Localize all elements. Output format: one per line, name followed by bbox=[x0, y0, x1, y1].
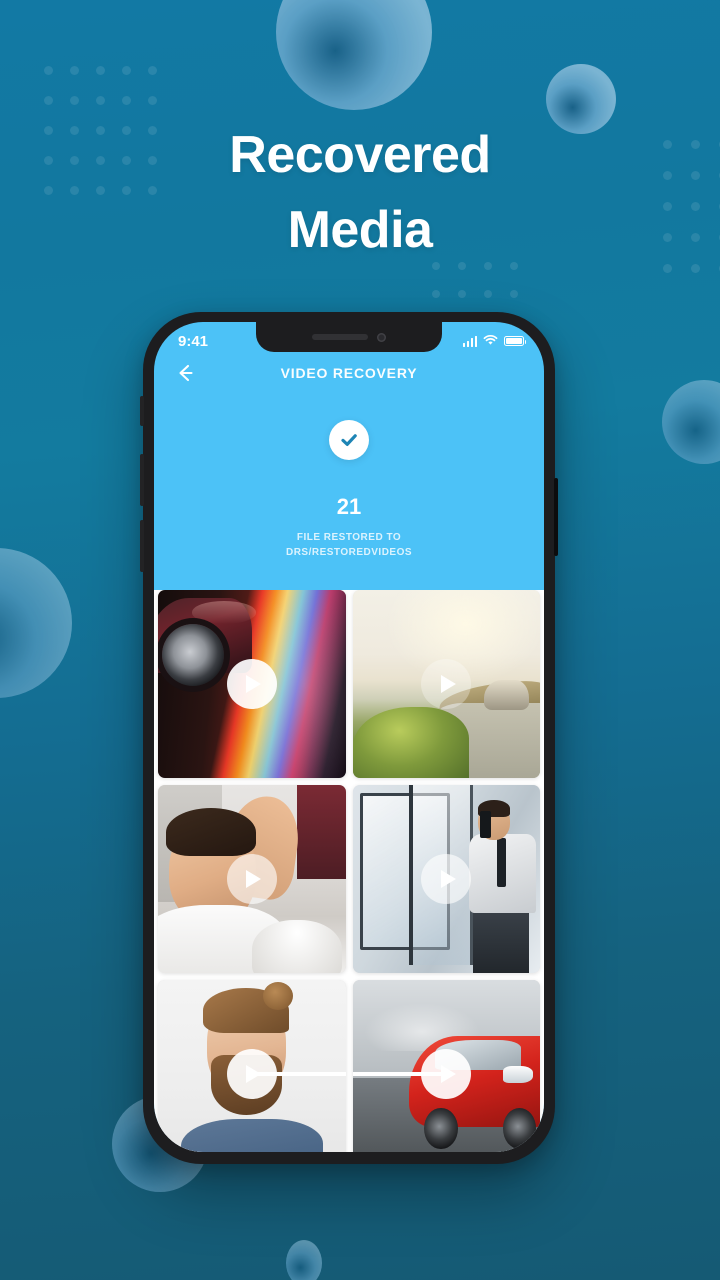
page-title: Recovered Media bbox=[0, 118, 720, 269]
play-icon[interactable] bbox=[226, 659, 277, 709]
phone-silent-switch[interactable] bbox=[140, 396, 144, 426]
decorative-sphere-mid-right bbox=[662, 380, 720, 464]
restore-path-line-2: DRS/RESTOREDVIDEOS bbox=[285, 547, 413, 558]
phone-power-button[interactable] bbox=[554, 478, 558, 556]
phone-screen: 9:41 VIDEO RECOVERY 21 FILE RESTORED TO … bbox=[154, 322, 544, 1152]
decorative-sphere-bottom-center bbox=[286, 1240, 322, 1280]
back-arrow-icon[interactable] bbox=[172, 360, 198, 386]
cellular-signal-icon bbox=[462, 335, 477, 347]
recovered-media-grid bbox=[154, 585, 544, 1152]
recovery-summary-panel: 21 FILE RESTORED TO DRS/RESTOREDVIDEOS bbox=[154, 390, 544, 590]
play-icon[interactable] bbox=[421, 659, 472, 709]
restored-file-count: 21 bbox=[336, 494, 362, 519]
wifi-icon bbox=[483, 333, 498, 350]
phone-volume-up-button[interactable] bbox=[140, 454, 144, 506]
phone-notch bbox=[256, 322, 442, 352]
status-bar-icons bbox=[462, 333, 526, 350]
phone-volume-down-button[interactable] bbox=[140, 520, 144, 572]
media-thumbnail-item[interactable] bbox=[158, 590, 346, 778]
restore-path-line-1: FILE RESTORED TO bbox=[296, 532, 402, 543]
page-title-line-1: Recovered bbox=[229, 126, 491, 184]
front-camera-icon bbox=[377, 332, 386, 342]
media-thumbnail-item[interactable] bbox=[158, 980, 346, 1152]
app-bar-title: VIDEO RECOVERY bbox=[280, 365, 418, 381]
decorative-sphere-top-center bbox=[276, 0, 432, 110]
decorative-sphere-left bbox=[0, 548, 72, 698]
play-icon[interactable] bbox=[226, 854, 277, 904]
media-thumbnail-item[interactable] bbox=[158, 785, 346, 973]
phone-mockup: 9:41 VIDEO RECOVERY 21 FILE RESTORED TO … bbox=[140, 312, 558, 1164]
restore-path-label: FILE RESTORED TO DRS/RESTOREDVIDEOS bbox=[286, 530, 412, 560]
earpiece-speaker bbox=[312, 334, 368, 340]
play-icon[interactable] bbox=[226, 1049, 277, 1099]
check-circle-icon bbox=[329, 420, 369, 460]
media-thumbnail-item[interactable] bbox=[352, 590, 540, 778]
status-bar-time: 9:41 bbox=[178, 332, 209, 350]
page-title-line-2: Media bbox=[287, 201, 433, 260]
app-bar: VIDEO RECOVERY bbox=[154, 356, 544, 390]
media-thumbnail-item[interactable] bbox=[352, 785, 540, 973]
media-thumbnail-item[interactable] bbox=[352, 980, 540, 1152]
play-icon[interactable] bbox=[421, 1049, 472, 1099]
play-icon[interactable] bbox=[421, 854, 472, 904]
battery-icon bbox=[504, 336, 526, 346]
